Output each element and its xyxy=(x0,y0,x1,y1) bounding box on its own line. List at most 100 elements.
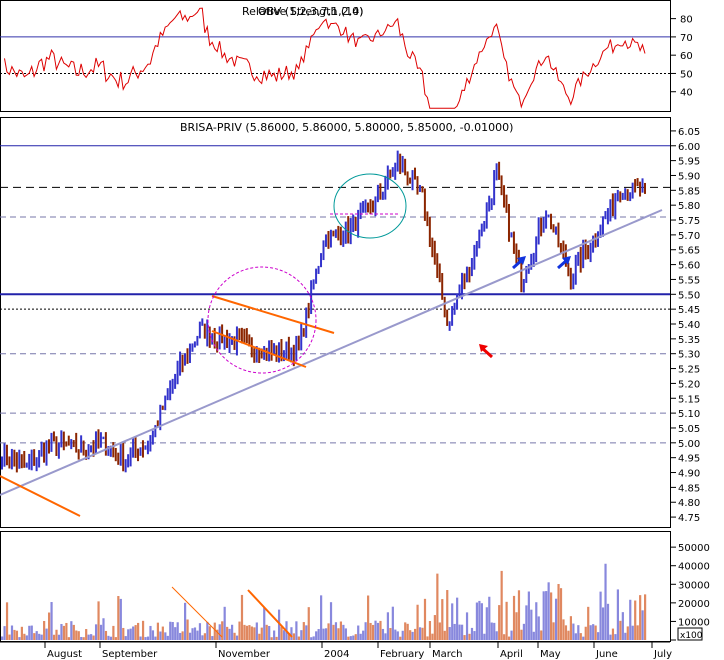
volume-bar xyxy=(527,591,530,640)
volume-bar xyxy=(181,631,184,640)
volume-bar xyxy=(584,626,587,640)
x-axis: August September November 2004 February March… xyxy=(0,641,672,660)
volume-bar xyxy=(151,630,155,640)
price-tick-label: 5.55 xyxy=(678,275,700,286)
volume-bar xyxy=(515,612,518,640)
volume-bar xyxy=(112,625,115,640)
volume-bar xyxy=(80,636,83,640)
volume-tick-label: 50000 xyxy=(678,543,710,554)
price-tick-label: 6.05 xyxy=(678,127,700,138)
volume-bar xyxy=(572,623,575,640)
volume-bar xyxy=(547,582,550,640)
price-panel-frame xyxy=(0,117,671,528)
price-tick-label: 5.10 xyxy=(678,409,700,420)
volume-bar xyxy=(109,636,113,640)
volume-bar xyxy=(414,628,417,640)
volume-bar xyxy=(206,621,209,640)
volume-bar xyxy=(102,618,105,640)
volume-bar xyxy=(280,626,283,640)
volume-bar xyxy=(62,625,66,640)
volume-bar xyxy=(94,624,98,640)
price-tick-label: 5.45 xyxy=(678,305,700,316)
volume-bar xyxy=(3,626,6,640)
volume-bar xyxy=(389,628,392,640)
price-tick-label: 4.90 xyxy=(678,469,700,480)
price-tick-label: 5.50 xyxy=(678,290,700,301)
volume-bar xyxy=(184,602,187,640)
volume-bar xyxy=(38,633,41,640)
volume-bar xyxy=(161,626,164,640)
volume-bar xyxy=(270,637,273,640)
volume-bar xyxy=(23,633,26,640)
volume-bar xyxy=(250,626,253,640)
volume-bar xyxy=(169,621,172,640)
volume-bar xyxy=(134,625,137,640)
volume-bar xyxy=(423,598,427,640)
volume-bar xyxy=(493,622,496,640)
price-tick-label: 4.95 xyxy=(678,454,700,465)
volume-bar xyxy=(426,636,429,640)
volume-bar xyxy=(275,636,278,640)
rsi-tick-label: 70 xyxy=(680,33,693,44)
price-tick-label: 5.40 xyxy=(678,320,700,331)
volume-bar xyxy=(5,602,9,640)
volume-bar xyxy=(75,630,78,640)
price-tick-label: 5.85 xyxy=(678,186,700,197)
volume-bar xyxy=(448,627,451,640)
volume-bar xyxy=(483,633,486,640)
volume-bar xyxy=(391,606,394,640)
volume-bar xyxy=(401,630,404,640)
volume-bar xyxy=(139,636,142,640)
volume-bar xyxy=(85,629,88,640)
volume-bar xyxy=(208,626,211,640)
volume-panel: 50000 40000 30000 20000 10000 x100 xyxy=(0,531,710,642)
volume-bar xyxy=(240,594,244,640)
volume-bar xyxy=(45,628,48,640)
rsi-title-b: OBV (1,2,3,7,1,2,0) xyxy=(258,5,363,18)
volume-bar xyxy=(273,630,276,640)
volume-bar xyxy=(587,606,590,640)
volume-bar xyxy=(644,594,647,640)
volume-bar xyxy=(218,624,221,640)
volume-bar xyxy=(107,635,110,640)
x-month-label: May xyxy=(540,649,561,660)
volume-bar xyxy=(265,624,268,640)
volume-bar xyxy=(201,635,204,640)
volume-bar xyxy=(470,627,474,640)
volume-bar xyxy=(376,622,380,640)
volume-bar xyxy=(70,621,73,640)
volume-bar xyxy=(322,628,325,640)
volume-bar xyxy=(233,632,236,640)
volume-bar xyxy=(465,612,469,640)
volume-tick-label: 20000 xyxy=(678,599,710,610)
volume-bar xyxy=(57,634,61,640)
volume-bar xyxy=(186,619,189,640)
volume-bar xyxy=(47,612,51,640)
volume-bar xyxy=(141,620,145,640)
volume-bar xyxy=(433,615,436,640)
volume-bar xyxy=(52,634,56,640)
volume-bar xyxy=(594,625,597,640)
volume-bar xyxy=(339,621,343,640)
volume-bar xyxy=(495,631,498,640)
volume-bar xyxy=(604,563,607,640)
volume-bar xyxy=(473,631,476,640)
volume-bar xyxy=(317,629,320,640)
volume-bar xyxy=(567,630,570,640)
x-month-label: March xyxy=(432,649,462,660)
volume-bar xyxy=(456,597,459,640)
volume-bar xyxy=(510,630,513,640)
volume-bar xyxy=(334,622,338,640)
volume-bar xyxy=(221,621,224,640)
volume-bar xyxy=(490,622,493,640)
volume-bar xyxy=(458,624,461,640)
volume-bar xyxy=(260,627,263,640)
volume-bar xyxy=(441,599,444,640)
volume-bar xyxy=(329,602,333,640)
volume-bar xyxy=(28,625,31,640)
volume-bar xyxy=(243,624,246,640)
volume-bar xyxy=(394,629,397,640)
volume-bar xyxy=(381,628,385,640)
volume-bar xyxy=(13,629,16,640)
volume-bar xyxy=(428,620,432,640)
